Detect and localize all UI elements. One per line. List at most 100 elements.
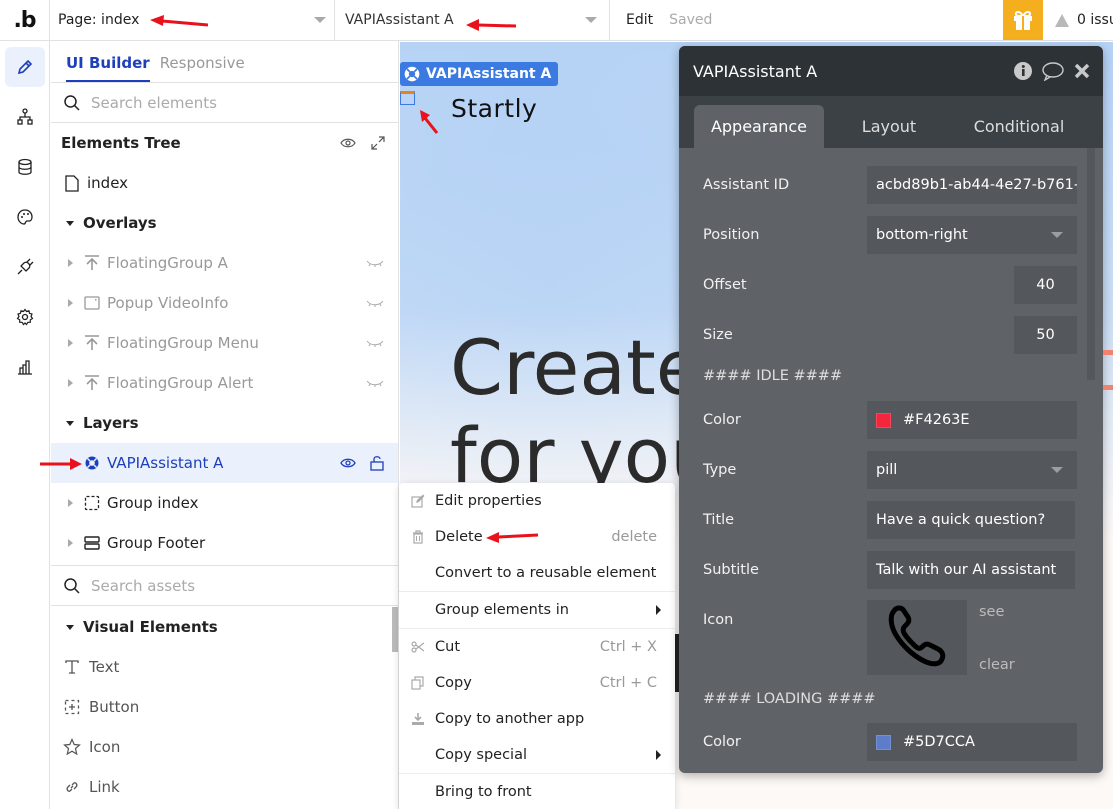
- section-label: Overlays: [83, 214, 157, 232]
- search-elements: [51, 83, 398, 123]
- rail-workflow[interactable]: [5, 97, 45, 137]
- tree-item-vapiassistant[interactable]: VAPIAssistant A: [51, 443, 398, 483]
- search-assets-input[interactable]: [91, 576, 351, 595]
- color-swatch: [876, 412, 891, 428]
- gift-button[interactable]: [1003, 0, 1043, 40]
- tab-appearance[interactable]: Appearance: [694, 105, 824, 148]
- offset-input[interactable]: 40: [1014, 266, 1077, 304]
- floating-group-icon: [83, 254, 101, 272]
- tree-item-page[interactable]: index: [51, 163, 398, 203]
- rail-settings[interactable]: [5, 297, 45, 337]
- icon-see-link[interactable]: see: [979, 604, 1004, 620]
- comment-icon[interactable]: [1041, 61, 1065, 81]
- tab-responsive[interactable]: Responsive: [160, 54, 245, 82]
- rail-styles[interactable]: [5, 197, 45, 237]
- element-selector[interactable]: VAPIAssistant A: [335, 0, 610, 40]
- unlock-icon[interactable]: [370, 455, 384, 471]
- hidden-eye-icon[interactable]: [366, 299, 384, 307]
- rail-data[interactable]: [5, 147, 45, 187]
- title-input[interactable]: Have a quick question?: [867, 501, 1075, 539]
- hidden-eye-icon[interactable]: [366, 339, 384, 347]
- rail-design[interactable]: [5, 47, 45, 87]
- panel-scrollbar[interactable]: [392, 607, 398, 652]
- field-assistant-id: Assistant ID acbd89b1-ab44-4e27-b761-0: [679, 166, 1079, 204]
- hidden-eye-icon[interactable]: [366, 259, 384, 267]
- submenu-arrow-icon: [656, 605, 661, 615]
- tab-ui-builder[interactable]: UI Builder: [66, 54, 150, 82]
- tree-item-overlay[interactable]: FloatingGroup Menu: [51, 323, 398, 363]
- visual-elements-header[interactable]: Visual Elements: [51, 607, 398, 647]
- visual-element-text[interactable]: Text: [51, 647, 398, 687]
- property-editor-header[interactable]: VAPIAssistant A: [679, 46, 1103, 96]
- search-elements-input[interactable]: [91, 93, 351, 112]
- expand-icon[interactable]: [370, 135, 386, 151]
- property-scrollbar[interactable]: [1087, 148, 1095, 380]
- tree-section-layers[interactable]: Layers: [51, 403, 398, 443]
- popup-icon: [83, 294, 101, 312]
- rail-logs[interactable]: [5, 347, 45, 387]
- dropdown-value: pill: [876, 462, 898, 478]
- tree-item-overlay[interactable]: Popup VideoInfo: [51, 283, 398, 323]
- menu-item-copy-special[interactable]: Copy special: [399, 737, 675, 773]
- eye-icon[interactable]: [340, 137, 356, 149]
- visual-element-button[interactable]: Button: [51, 687, 398, 727]
- size-input[interactable]: 50: [1014, 316, 1077, 354]
- menu-item-cut[interactable]: Cut Ctrl + X: [399, 629, 675, 665]
- edit-menu[interactable]: Edit: [626, 12, 653, 28]
- floating-group-icon: [83, 334, 101, 352]
- context-menu: Edit properties Delete delete Convert to…: [399, 483, 675, 809]
- menu-item-edit-properties[interactable]: Edit properties: [399, 483, 675, 519]
- tree-item-overlay[interactable]: FloatingGroup Alert: [51, 363, 398, 403]
- rail-plugins[interactable]: [5, 247, 45, 287]
- menu-item-group-elements[interactable]: Group elements in: [399, 592, 675, 628]
- tree-item-layer[interactable]: Group Footer: [51, 523, 398, 563]
- idle-color-picker[interactable]: #F4263E: [867, 401, 1077, 439]
- expand-arrow-icon: [67, 499, 73, 507]
- page-selector[interactable]: Page: index: [50, 0, 335, 40]
- eye-icon[interactable]: [340, 457, 356, 469]
- tree-section-overlays[interactable]: Overlays: [51, 203, 398, 243]
- visual-element-link[interactable]: Link: [51, 767, 398, 807]
- icon-clear-link[interactable]: clear: [979, 657, 1015, 673]
- field-size: Size 50: [679, 316, 1079, 354]
- property-editor: VAPIAssistant A Appearance Layout Condit…: [679, 46, 1103, 773]
- type-dropdown[interactable]: pill: [867, 451, 1077, 489]
- menu-item-convert-reusable[interactable]: Convert to a reusable element: [399, 555, 675, 591]
- group-icon: [83, 494, 101, 512]
- chevron-down-icon: [314, 17, 326, 23]
- menu-item-copy[interactable]: Copy Ctrl + C: [399, 665, 675, 701]
- selected-element-box[interactable]: [400, 91, 415, 105]
- copy-icon: [411, 676, 425, 690]
- dropdown-value: bottom-right: [876, 227, 968, 243]
- tree-item-label: FloatingGroup A: [107, 254, 228, 272]
- menu-item-copy-another-app[interactable]: Copy to another app: [399, 701, 675, 737]
- floating-group-icon: [83, 374, 101, 392]
- hidden-eye-icon[interactable]: [366, 379, 384, 387]
- issues-indicator[interactable]: 0 issues: [1043, 0, 1113, 40]
- icon-preview[interactable]: [867, 600, 967, 675]
- bubble-logo[interactable]: .b: [0, 0, 50, 40]
- assistant-id-input[interactable]: acbd89b1-ab44-4e27-b761-0: [867, 166, 1077, 204]
- position-dropdown[interactable]: bottom-right: [867, 216, 1077, 254]
- tree-item-overlay[interactable]: FloatingGroup A: [51, 243, 398, 283]
- elements-tree-title: Elements Tree: [61, 134, 181, 152]
- field-position: Position bottom-right: [679, 216, 1079, 254]
- subtitle-input[interactable]: Talk with our AI assistant: [867, 551, 1075, 589]
- canvas-accent-fragment: [1103, 350, 1113, 355]
- menu-item-label: Copy: [435, 675, 472, 691]
- phone-icon: [888, 605, 946, 666]
- menu-item-shortcut: Ctrl + X: [599, 639, 657, 655]
- plugin-icon: [17, 258, 34, 275]
- page-icon: [63, 174, 81, 192]
- tab-conditional[interactable]: Conditional: [954, 105, 1084, 148]
- loading-color-picker[interactable]: #5D7CCA: [867, 723, 1077, 761]
- menu-item-delete[interactable]: Delete delete: [399, 519, 675, 555]
- expand-arrow-icon: [67, 539, 73, 547]
- menu-item-bring-to-front[interactable]: Bring to front: [399, 774, 675, 809]
- visual-element-icon[interactable]: Icon: [51, 727, 398, 767]
- scissors-icon: [411, 641, 425, 653]
- tree-item-layer[interactable]: Group index: [51, 483, 398, 523]
- info-icon[interactable]: [1013, 61, 1033, 81]
- close-icon[interactable]: [1073, 62, 1091, 80]
- tab-layout[interactable]: Layout: [824, 105, 954, 148]
